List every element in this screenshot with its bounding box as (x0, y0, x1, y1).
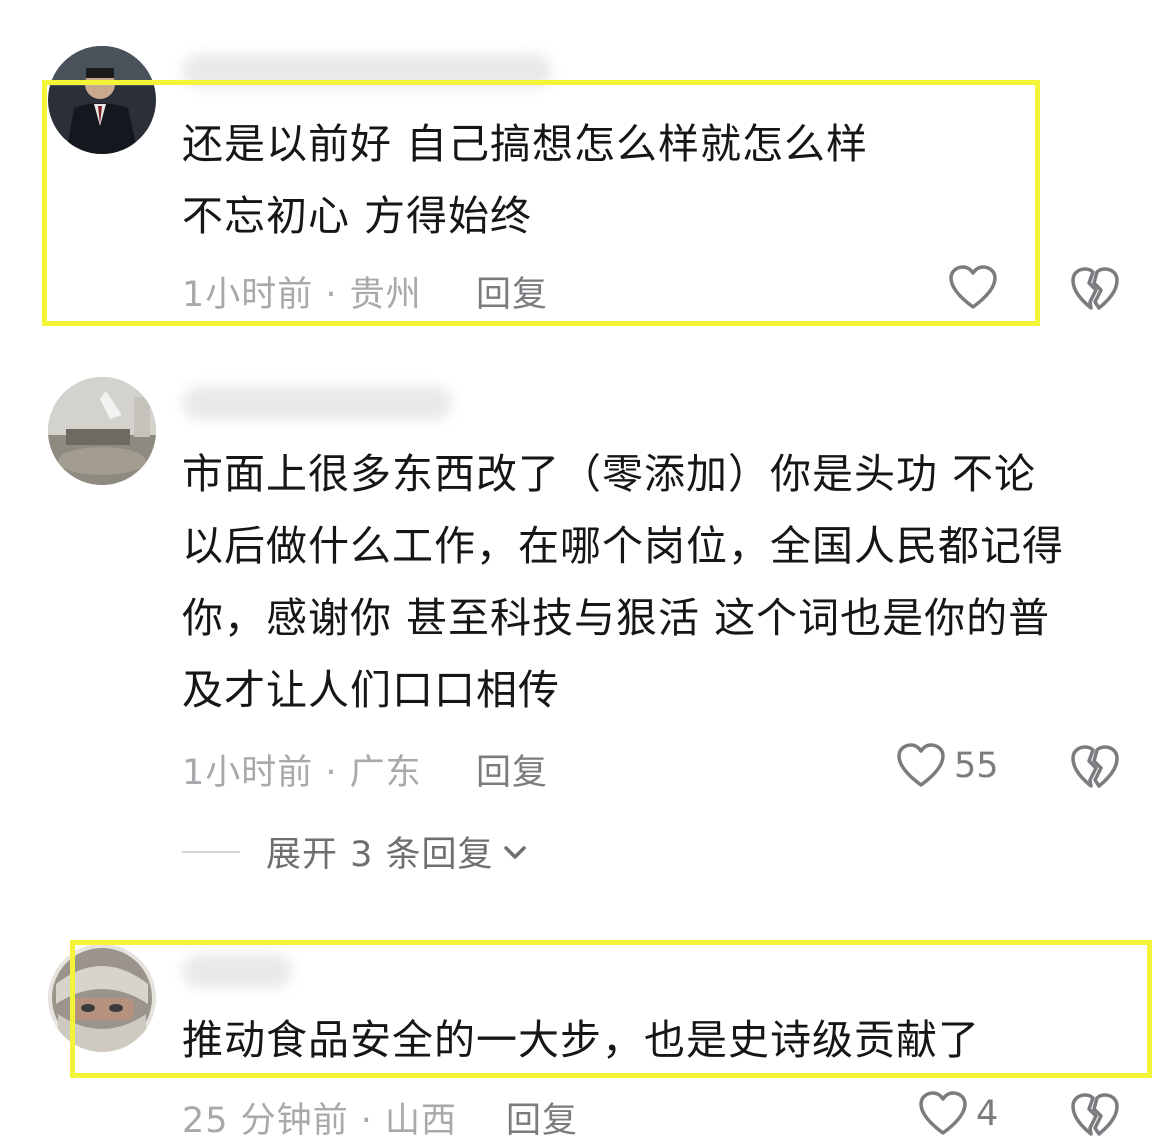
comment-meta: 1小时前 · 广东 (182, 753, 422, 793)
expand-replies-button[interactable]: 展开 3 条回复 (182, 826, 528, 877)
highlight-box (42, 80, 1040, 326)
reply-button[interactable]: 回复 (476, 744, 548, 795)
highlight-box (70, 940, 1152, 1078)
broken-heart-icon (1071, 1093, 1119, 1136)
like-count: 4 (976, 1094, 999, 1134)
expand-replies-label: 展开 3 条回复 (266, 835, 494, 875)
dislike-button[interactable] (1070, 266, 1120, 312)
chevron-down-icon (503, 845, 526, 859)
avatar[interactable] (48, 377, 156, 485)
like-count: 55 (954, 746, 999, 786)
comment-text: 市面上很多东西改了（零添加）你是头功 不论 以后做什么工作，在哪个岗位，全国人民… (182, 450, 1064, 714)
divider (182, 850, 240, 853)
like-button[interactable]: 4 (918, 1090, 998, 1138)
comment-meta: 25 分钟前 · 山西 (182, 1101, 458, 1141)
dislike-button[interactable] (1070, 744, 1120, 790)
broken-heart-icon (1071, 267, 1119, 310)
reply-button[interactable]: 回复 (506, 1092, 578, 1143)
heart-outline-icon (919, 1091, 967, 1135)
dislike-button[interactable] (1070, 1092, 1120, 1138)
heart-outline-icon (897, 743, 945, 787)
like-button[interactable]: 55 (896, 742, 999, 790)
username-blurred[interactable] (182, 386, 452, 420)
broken-heart-icon (1071, 745, 1119, 788)
